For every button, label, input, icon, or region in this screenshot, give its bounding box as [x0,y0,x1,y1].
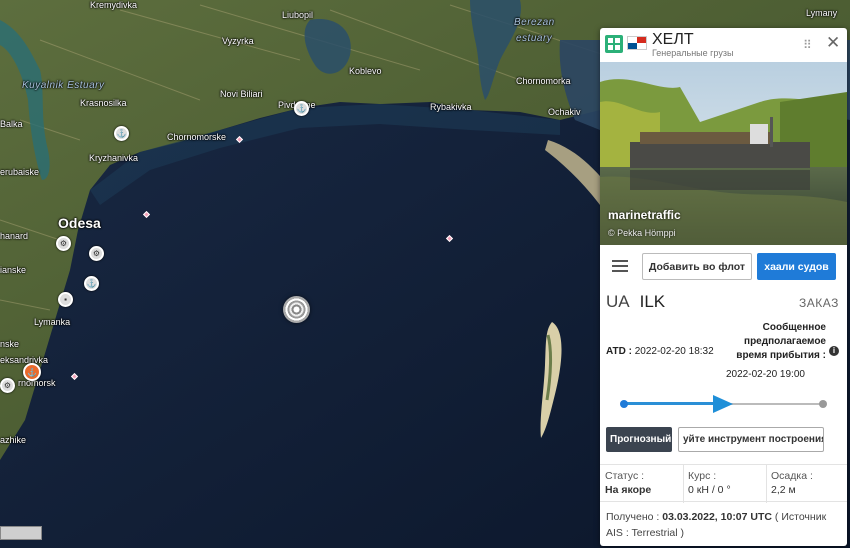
atd-value: 2022-02-20 18:32 [634,346,714,357]
vessel-info-panel: ХЕЛТ Генеральные грузы ⠿ ✕ marinetraffic… [600,28,847,546]
close-icon[interactable]: ✕ [826,33,840,53]
received-info: Получено : 03.03.2022, 10:07 UTC ( Источ… [606,509,842,541]
panel-header: ХЕЛТ Генеральные грузы ⠿ ✕ [600,28,847,61]
eta-label: Сообщенное предполагаемое время прибытия… [728,321,826,363]
route-ports: UA ILK [606,292,665,312]
received-value: 03.03.2022, 10:07 UTC [662,511,772,523]
place-label: Liubopil [282,10,314,20]
atd-row: ATD : 2022-02-20 18:32 [606,346,714,357]
hamburger-menu-icon[interactable] [612,260,628,272]
cluster-icon[interactable]: ⚓ [23,363,41,381]
stat-label: Осадка : [771,470,813,482]
departure-port[interactable]: UA [606,292,630,311]
place-label: Rybakivka [430,102,472,112]
destination-port[interactable]: ILK [640,292,666,311]
selected-vessel-target-icon[interactable] [283,296,310,323]
port-icon[interactable]: ⚙ [56,236,71,251]
source-label: ( Источник [774,511,827,523]
info-icon[interactable]: i [829,346,839,356]
source-value: AIS : Terrestrial ) [606,527,684,539]
status-stat: Статус : На якоре [605,469,681,501]
cargo-type-icon [605,35,623,53]
port-icon[interactable]: ⚓ [294,101,309,116]
drag-handle-icon[interactable]: ⠿ [803,38,812,52]
forecast-button[interactable]: Прогнозный [606,427,672,452]
place-label: Ochakiv [548,107,581,117]
progress-fill [624,402,723,405]
draught-stat: Осадка : 2,2 м [771,469,843,501]
stat-value: На якоре [605,484,652,496]
place-label: erubaiske [0,167,40,177]
place-label: azhike [0,435,27,445]
place-label: hanard [0,231,29,241]
port-icon[interactable]: ⚙ [89,246,104,261]
place-label: Novi Biliari [220,89,263,99]
vessel-name: ХЕЛТ [652,31,694,48]
eta-value: 2022-02-20 19:00 [726,369,805,380]
place-label: Kryzhanivka [89,153,139,163]
place-label: Koblevo [349,66,382,76]
eta-label-line: Сообщенное [762,322,826,333]
place-label: Kremydivka [90,0,138,10]
route-tool-button[interactable]: уйте инструмент построения марш [678,427,824,452]
stat-label: Курс : [688,470,717,482]
course-stat: Курс : 0 кН / 0 ° [688,469,764,501]
add-to-fleet-button[interactable]: Добавить во флот [642,253,752,280]
place-label: ianske [0,265,27,275]
voyage-progress [620,395,827,413]
route-tools: Прогнозный уйте инструмент построения ма… [606,427,847,452]
panama-flag-icon [627,36,647,50]
order-label[interactable]: ЗАКАЗ [799,296,839,310]
eta-label-line: время прибытия : [736,350,826,361]
vessel-photo[interactable]: marinetraffic © Pekka Hömppi [600,62,847,245]
photo-credit: © Pekka Hömppi [608,228,676,238]
place-label: Krasnosilka [80,98,127,108]
place-label: Chornomorka [516,76,571,86]
vessel-stats: Статус : На якоре Курс : 0 кН / 0 ° Осад… [600,464,847,503]
place-label: Balka [0,119,23,129]
stat-value: 0 кН / 0 ° [688,484,731,496]
place-label: Vyzyrka [222,36,254,46]
place-label: eksandrivka [0,355,49,365]
vessel-type: Генеральные грузы [652,48,734,58]
place-label: Chornomorske [167,132,227,142]
city-label: Odesa [58,215,101,231]
eta-label-line: предполагаемое [744,336,826,347]
port-icon[interactable]: ⚙ [0,378,15,393]
place-label: Lymany [806,8,838,18]
water-label: Berezan [514,17,555,28]
vessel-arrow-icon [713,395,733,413]
ships-button[interactable]: хаали судов [757,253,836,280]
atd-label: ATD : [606,346,632,357]
place-label: Lymanka [34,317,71,327]
stat-label: Статус : [605,470,645,482]
water-label: Kuyalnik Estuary [22,80,105,91]
place-label: nske [0,339,20,349]
departure-dot [620,400,628,408]
port-icon[interactable]: ⚓ [114,126,129,141]
action-bar: Добавить во флот хаали судов [600,250,847,284]
map-scale-bar [0,526,42,540]
received-label: Получено : [606,511,660,523]
port-icon[interactable]: ⚓ [84,276,99,291]
stat-value: 2,2 м [771,484,796,496]
arrival-dot [819,400,827,408]
water-label: estuary [516,33,553,44]
marinetraffic-logo: marinetraffic [608,208,681,222]
port-icon[interactable]: ▪ [58,292,73,307]
